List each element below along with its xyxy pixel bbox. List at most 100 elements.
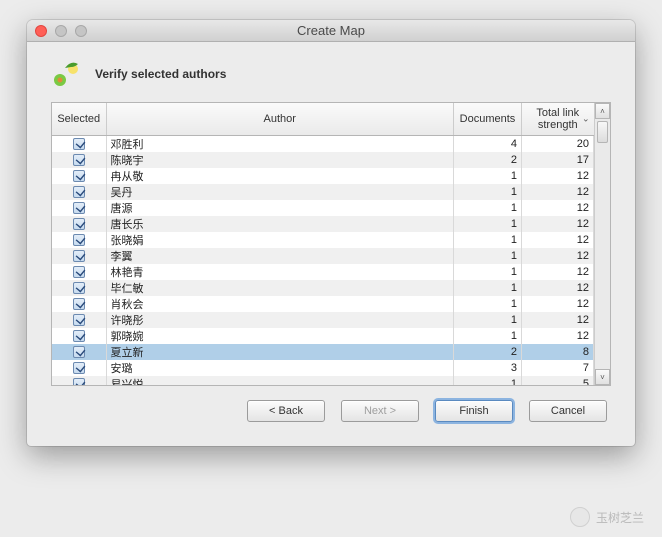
cell-documents: 1 — [454, 184, 522, 200]
maximize-icon[interactable] — [75, 25, 87, 37]
table-panel: Selected Author Documents Total link str… — [51, 102, 611, 386]
checkbox-icon[interactable] — [73, 266, 85, 278]
cell-documents: 1 — [454, 296, 522, 312]
table-row[interactable]: 吴丹112 — [52, 184, 594, 200]
finish-button[interactable]: Finish — [435, 400, 513, 422]
cell-documents: 2 — [454, 152, 522, 168]
cell-selected[interactable] — [52, 152, 106, 168]
chevron-down-icon: ⌄ — [582, 114, 590, 125]
cell-selected[interactable] — [52, 280, 106, 296]
table-row[interactable]: 唐长乐112 — [52, 216, 594, 232]
cell-author: 夏立新 — [106, 344, 454, 360]
cell-documents: 1 — [454, 312, 522, 328]
cell-strength: 12 — [522, 248, 594, 264]
cell-documents: 1 — [454, 328, 522, 344]
checkbox-icon[interactable] — [73, 378, 85, 385]
checkbox-icon[interactable] — [73, 298, 85, 310]
col-header-documents[interactable]: Documents — [454, 103, 522, 136]
scroll-down-icon[interactable]: ˅ — [595, 369, 610, 385]
cell-strength: 12 — [522, 280, 594, 296]
cell-selected[interactable] — [52, 264, 106, 280]
cell-author: 冉从敬 — [106, 168, 454, 184]
table-row[interactable]: 李翼112 — [52, 248, 594, 264]
table-row[interactable]: 张晓娟112 — [52, 232, 594, 248]
cell-strength: 17 — [522, 152, 594, 168]
close-icon[interactable] — [35, 25, 47, 37]
scroll-track[interactable] — [595, 119, 610, 369]
table-row[interactable]: 郭晓婉112 — [52, 328, 594, 344]
footer-brand: 玉树芝兰 — [570, 507, 644, 527]
cell-selected[interactable] — [52, 344, 106, 360]
window-title: Create Map — [27, 23, 635, 38]
checkbox-icon[interactable] — [73, 186, 85, 198]
table-row[interactable]: 陈晓宇217 — [52, 152, 594, 168]
dialog-window: Create Map Verify selected authors — [27, 20, 635, 446]
cell-strength: 12 — [522, 168, 594, 184]
cell-selected[interactable] — [52, 136, 106, 153]
cell-documents: 3 — [454, 360, 522, 376]
cell-author: 张晓娟 — [106, 232, 454, 248]
page-title: Verify selected authors — [95, 67, 226, 81]
table-row[interactable]: 易兴悦15 — [52, 376, 594, 385]
cell-author: 李翼 — [106, 248, 454, 264]
table-row[interactable]: 许晓彤112 — [52, 312, 594, 328]
vertical-scrollbar[interactable]: ˄ ˅ — [594, 103, 610, 385]
checkbox-icon[interactable] — [73, 234, 85, 246]
brand-avatar-icon — [570, 507, 590, 527]
titlebar: Create Map — [27, 20, 635, 42]
cell-selected[interactable] — [52, 328, 106, 344]
cell-selected[interactable] — [52, 184, 106, 200]
checkbox-icon[interactable] — [73, 170, 85, 182]
col-header-strength[interactable]: Total link strength ⌄ — [522, 103, 594, 136]
cell-author: 陈晓宇 — [106, 152, 454, 168]
checkbox-icon[interactable] — [73, 362, 85, 374]
cell-author: 吴丹 — [106, 184, 454, 200]
checkbox-icon[interactable] — [73, 138, 85, 150]
cell-selected[interactable] — [52, 232, 106, 248]
traffic-lights — [27, 25, 87, 37]
checkbox-icon[interactable] — [73, 202, 85, 214]
cell-strength: 12 — [522, 296, 594, 312]
table-row[interactable]: 安璐37 — [52, 360, 594, 376]
scroll-up-icon[interactable]: ˄ — [595, 103, 610, 119]
cell-selected[interactable] — [52, 200, 106, 216]
checkbox-icon[interactable] — [73, 282, 85, 294]
checkbox-icon[interactable] — [73, 250, 85, 262]
cell-selected[interactable] — [52, 360, 106, 376]
checkbox-icon[interactable] — [73, 346, 85, 358]
cell-selected[interactable] — [52, 248, 106, 264]
cell-strength: 12 — [522, 328, 594, 344]
cell-strength: 20 — [522, 136, 594, 153]
checkbox-icon[interactable] — [73, 314, 85, 326]
checkbox-icon[interactable] — [73, 218, 85, 230]
cell-selected[interactable] — [52, 296, 106, 312]
scroll-thumb[interactable] — [597, 121, 608, 143]
col-header-selected[interactable]: Selected — [52, 103, 106, 136]
app-icon — [51, 58, 83, 90]
authors-table: Selected Author Documents Total link str… — [52, 103, 594, 385]
cell-selected[interactable] — [52, 168, 106, 184]
table-row[interactable]: 毕仁敏112 — [52, 280, 594, 296]
table-row[interactable]: 邓胜利420 — [52, 136, 594, 153]
dialog-content: Verify selected authors Selected Author … — [27, 42, 635, 446]
table-row[interactable]: 夏立新28 — [52, 344, 594, 360]
cell-selected[interactable] — [52, 312, 106, 328]
cell-selected[interactable] — [52, 376, 106, 385]
col-header-author[interactable]: Author — [106, 103, 454, 136]
cell-strength: 8 — [522, 344, 594, 360]
checkbox-icon[interactable] — [73, 154, 85, 166]
cell-author: 易兴悦 — [106, 376, 454, 385]
table-row[interactable]: 唐源112 — [52, 200, 594, 216]
cell-author: 郭晓婉 — [106, 328, 454, 344]
checkbox-icon[interactable] — [73, 330, 85, 342]
table-row[interactable]: 冉从敬112 — [52, 168, 594, 184]
table-row[interactable]: 肖秋会112 — [52, 296, 594, 312]
cell-documents: 1 — [454, 376, 522, 385]
cell-selected[interactable] — [52, 216, 106, 232]
cancel-button[interactable]: Cancel — [529, 400, 607, 422]
table-row[interactable]: 林艳青112 — [52, 264, 594, 280]
minimize-icon[interactable] — [55, 25, 67, 37]
cell-documents: 4 — [454, 136, 522, 153]
back-button[interactable]: < Back — [247, 400, 325, 422]
table-body: 邓胜利420陈晓宇217冉从敬112吴丹112唐源112唐长乐112张晓娟112… — [52, 136, 594, 386]
